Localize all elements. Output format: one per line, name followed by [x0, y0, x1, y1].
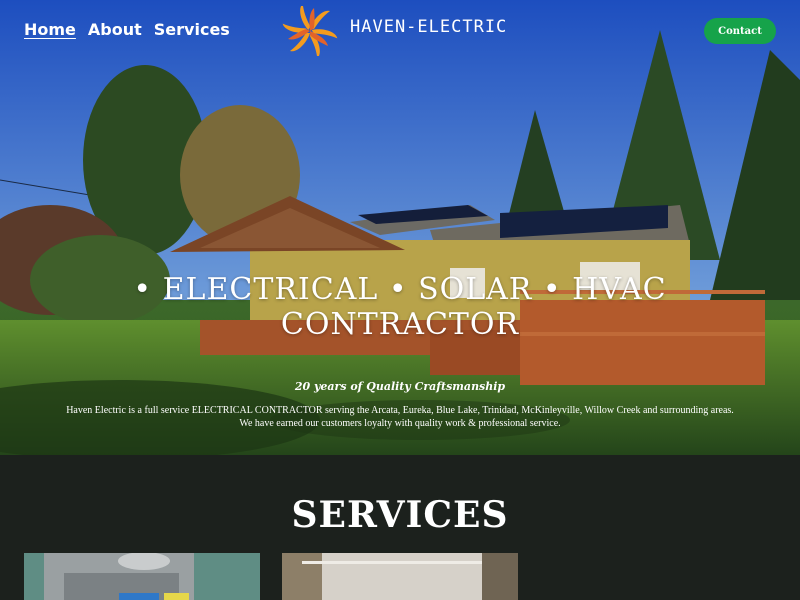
hero-headline: • ELECTRICAL • SOLAR • HVAC CONTRACTOR — [0, 272, 800, 342]
nav-link-home[interactable]: Home — [24, 20, 76, 39]
hero-description-line1: Haven Electric is a full service ELECTRI… — [66, 405, 734, 416]
service-card-image[interactable] — [24, 553, 260, 600]
wall-wiring-photo — [282, 553, 518, 600]
services-heading: SERVICES — [291, 494, 509, 536]
hero-tagline: 20 years of Quality Craftsmanship — [294, 380, 506, 393]
hero-headline-line2: CONTRACTOR — [280, 307, 520, 342]
pinwheel-sun-icon — [282, 6, 338, 56]
nav-link-about[interactable]: About — [88, 20, 142, 39]
hero-headline-line1: • ELECTRICAL • SOLAR • HVAC — [133, 272, 667, 307]
brand-name: HAVEN-ELECTRIC — [350, 17, 508, 37]
hero-section: Home About Services HAVEN-ELECTRIC Conta… — [0, 0, 800, 455]
hero-description: Haven Electric is a full service ELECTRI… — [20, 404, 780, 430]
brand[interactable]: HAVEN-ELECTRIC — [274, 6, 507, 56]
main-nav: Home About Services — [24, 20, 230, 39]
contact-button[interactable]: Contact — [704, 18, 776, 44]
service-card-image[interactable] — [282, 553, 518, 600]
electrical-panel-photo — [24, 553, 260, 600]
nav-link-services[interactable]: Services — [154, 20, 230, 39]
hero-description-line2: We have earned our customers loyalty wit… — [239, 418, 561, 429]
